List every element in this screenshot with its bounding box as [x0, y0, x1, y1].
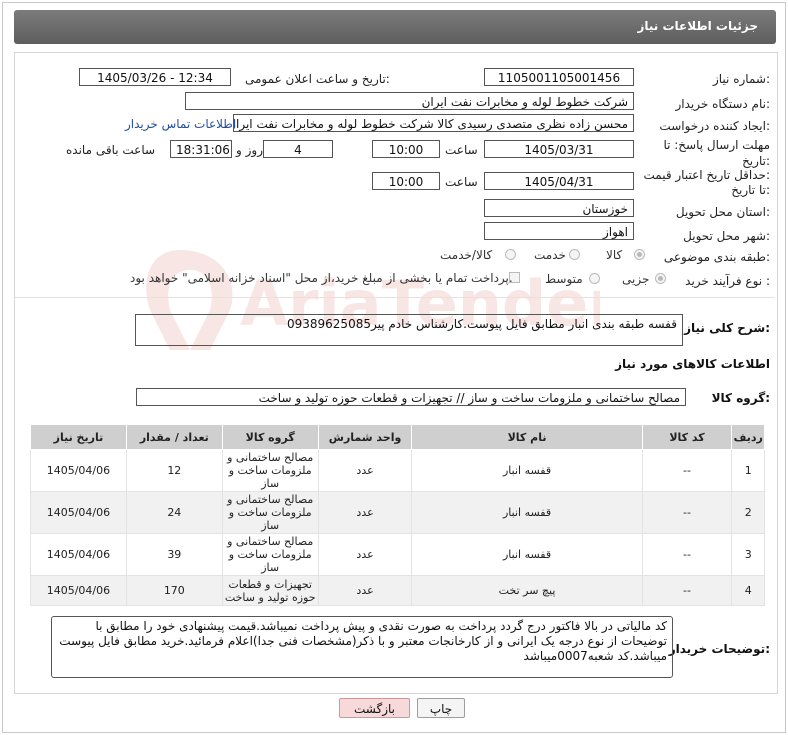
announce-label: تاریخ و ساعت اعلان عمومی: — [245, 72, 390, 86]
col-quantity: تعداد / مقدار — [125, 424, 223, 450]
cell-code: -- — [641, 575, 733, 606]
province-field: خوزستان — [484, 199, 634, 217]
col-name: نام کالا — [411, 424, 643, 450]
process-radio-partial[interactable] — [655, 273, 666, 284]
cell-index: 1 — [731, 449, 765, 492]
category-radio-service[interactable] — [569, 249, 580, 260]
deadline-time-label: ساعت — [445, 143, 478, 157]
goods-table: تاریخ نیاز تعداد / مقدار گروه کالا واحد … — [30, 424, 765, 606]
cell-group: مصالح ساختمانی و ملزومات ساخت و ساز — [221, 449, 319, 492]
cell-date: 1405/04/06 — [30, 575, 127, 606]
price-validity-date-field: 1405/04/31 — [484, 172, 634, 190]
description-label: شرح کلی نیاز: — [684, 321, 770, 335]
buyer-notes-label: توضیحات خریدار: — [668, 642, 770, 656]
category-option-service: خدمت — [534, 248, 566, 262]
table-row: 1405/04/06 39 مصالح ساختمانی و ملزومات س… — [30, 533, 765, 576]
cell-group: مصالح ساختمانی و ملزومات ساخت و ساز — [221, 533, 319, 576]
need-number-field: 1105001105001456 — [484, 68, 634, 86]
province-label: استان محل تحویل: — [675, 205, 770, 219]
col-need-date: تاریخ نیاز — [30, 424, 127, 450]
cell-date: 1405/04/06 — [30, 449, 127, 492]
deadline-date-field: 1405/03/31 — [484, 140, 634, 158]
table-row: 1405/04/06 170 تجهیزات و قطعات حوزه تولی… — [30, 575, 765, 606]
category-radio-goods[interactable] — [634, 249, 645, 260]
table-row: 1405/04/06 12 مصالح ساختمانی و ملزومات س… — [30, 449, 765, 492]
category-option-goods-service: کالا/خدمت — [440, 248, 493, 262]
cell-date: 1405/04/06 — [30, 491, 127, 534]
goods-section-title: اطلاعات کالاهای مورد نیاز — [615, 357, 770, 371]
cell-index: 4 — [731, 575, 765, 606]
buyer-org-label: نام دستگاه خریدار: — [675, 97, 771, 111]
col-unit: واحد شمارش — [317, 424, 413, 450]
category-label: طبقه بندی موضوعی: — [663, 250, 770, 264]
cell-code: -- — [641, 533, 733, 576]
price-validity-label-date: تا تاریخ: — [731, 183, 770, 197]
requester-field: محسن زاده نظری متصدی رسیدی کالا شرکت خطو… — [233, 114, 634, 132]
col-group: گروه کالا — [221, 424, 319, 450]
process-option-partial: جزیی — [622, 272, 650, 286]
process-label: نوع فرآیند خرید : — [685, 274, 770, 288]
days-label: روز و — [236, 143, 263, 157]
col-index: ردیف — [731, 424, 765, 450]
cell-unit: عدد — [317, 575, 413, 606]
page-title: جزئیات اطلاعات نیاز — [637, 19, 758, 33]
cell-unit: عدد — [317, 491, 413, 534]
col-code: کد کالا — [641, 424, 733, 450]
cell-group: تجهیزات و قطعات حوزه تولید و ساخت — [221, 575, 319, 606]
cell-name: قفسه انبار — [411, 491, 643, 534]
price-validity-time-label: ساعت — [445, 175, 478, 189]
cell-group: مصالح ساختمانی و ملزومات ساخت و ساز — [221, 491, 319, 534]
goods-table-header: تاریخ نیاز تعداد / مقدار گروه کالا واحد … — [30, 424, 765, 450]
cell-qty: 12 — [125, 449, 223, 492]
cell-qty: 24 — [125, 491, 223, 534]
cell-code: -- — [641, 491, 733, 534]
divider — [15, 297, 775, 298]
price-validity-label: حداقل تاریخ اعتبار قیمت: — [643, 168, 770, 182]
back-button[interactable]: بازگشت — [339, 698, 410, 718]
goods-group-label: گروه کالا: — [711, 391, 770, 405]
buyer-notes-text: کد مالیاتی در بالا فاکتور درج گردد پرداخ… — [59, 619, 667, 663]
cell-code: -- — [641, 449, 733, 492]
buyer-contact-link[interactable]: اطلاعات تماس خریدار — [125, 117, 236, 131]
cell-unit: عدد — [317, 533, 413, 576]
cell-name: قفسه انبار — [411, 533, 643, 576]
category-radio-goods-service[interactable] — [505, 249, 516, 260]
cell-qty: 39 — [125, 533, 223, 576]
price-validity-time-field: 10:00 — [372, 172, 440, 190]
requester-label: ایجاد کننده درخواست: — [659, 119, 770, 133]
time-remaining-label: ساعت باقی مانده — [66, 143, 156, 157]
time-remaining-field: 18:31:06 — [170, 140, 232, 158]
cell-name: قفسه انبار — [411, 449, 643, 492]
category-option-goods: کالا — [606, 248, 623, 262]
description-text: قفسه طبقه بندی انبار مطابق فایل پیوست.کا… — [286, 317, 677, 331]
city-field: اهواز — [484, 222, 634, 240]
page-title-bar: جزئیات اطلاعات نیاز — [14, 10, 776, 44]
deadline-label: مهلت ارسال پاسخ: تا — [663, 138, 770, 152]
cell-index: 3 — [731, 533, 765, 576]
cell-date: 1405/04/06 — [30, 533, 127, 576]
table-row: 1405/04/06 24 مصالح ساختمانی و ملزومات س… — [30, 491, 765, 534]
deadline-time-field: 10:00 — [372, 140, 440, 158]
cell-qty: 170 — [125, 575, 223, 606]
announce-datetime-field: 1405/03/26 - 12:34 — [79, 68, 231, 86]
need-number-label: شماره نیاز: — [712, 72, 770, 86]
days-remaining-field: 4 — [263, 140, 333, 158]
print-button[interactable]: چاپ — [417, 698, 465, 718]
treasury-payment-note: پرداخت تمام یا بخشی از مبلغ خرید،از محل … — [130, 271, 513, 285]
process-option-medium: متوسط — [545, 272, 583, 286]
cell-index: 2 — [731, 491, 765, 534]
description-textarea[interactable]: قفسه طبقه بندی انبار مطابق فایل پیوست.کا… — [135, 314, 683, 346]
goods-group-field: مصالح ساختمانی و ملزومات ساخت و ساز // ت… — [136, 388, 686, 406]
buyer-notes-textarea[interactable]: کد مالیاتی در بالا فاکتور درج گردد پرداخ… — [51, 616, 673, 678]
buyer-org-field: شرکت خطوط لوله و مخابرات نفت ایران — [185, 92, 634, 110]
deadline-label-date: تاریخ: — [742, 154, 770, 168]
cell-name: پیچ سر تخت — [411, 575, 643, 606]
cell-unit: عدد — [317, 449, 413, 492]
city-label: شهر محل تحویل: — [683, 229, 770, 243]
process-radio-medium[interactable] — [589, 273, 600, 284]
